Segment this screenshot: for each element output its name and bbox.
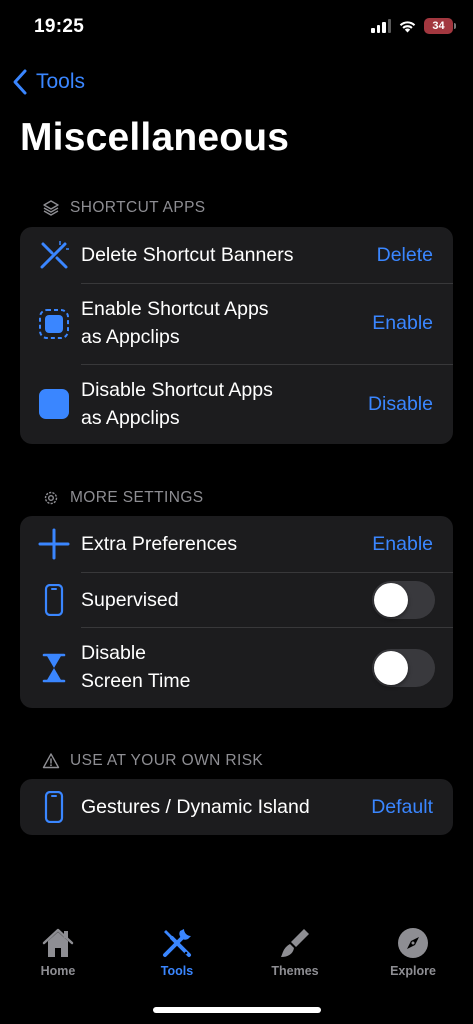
row-label: Disable Shortcut Apps as Appclips — [81, 376, 273, 432]
status-bar: 19:25 34 — [0, 0, 473, 58]
back-label: Tools — [36, 70, 86, 93]
shortcut-apps-group: Delete Shortcut Banners Delete Enable Sh… — [20, 227, 453, 444]
more-settings-group: Extra Preferences Enable Supervised Disa… — [20, 516, 453, 708]
row-label: Extra Preferences — [81, 533, 238, 555]
warning-icon — [42, 753, 60, 769]
wand-icon — [38, 239, 70, 271]
enable-shortcut-apps-row[interactable]: Enable Shortcut Apps as Appclips Enable — [20, 283, 453, 364]
page-title: Miscellaneous — [20, 116, 290, 159]
disable-screen-time-toggle[interactable] — [372, 648, 435, 687]
section-header-shortcut-apps: SHORTCUT APPS — [42, 199, 206, 217]
enable-button[interactable]: Enable — [372, 312, 433, 335]
toggle-knob — [374, 582, 408, 617]
wifi-icon — [399, 21, 416, 33]
row-label: Delete Shortcut Banners — [81, 244, 294, 266]
enable-button[interactable]: Enable — [372, 533, 433, 556]
delete-shortcut-banners-row[interactable]: Delete Shortcut Banners Delete — [20, 227, 453, 283]
default-button[interactable]: Default — [371, 796, 433, 819]
back-button[interactable]: Tools — [12, 68, 85, 96]
section-header-use-at-your-own-risk: USE AT YOUR OWN RISK — [42, 752, 263, 770]
tab-home[interactable]: Home — [18, 926, 98, 978]
plus-icon — [38, 528, 70, 560]
tab-tools[interactable]: Tools — [137, 926, 217, 978]
supervised-toggle[interactable] — [372, 580, 435, 619]
tab-label: Themes — [271, 964, 319, 978]
section-header-label: SHORTCUT APPS — [70, 199, 206, 216]
row-label: Supervised — [81, 588, 179, 611]
risk-group: Gestures / Dynamic Island Default — [20, 779, 453, 835]
status-time: 19:25 — [34, 16, 85, 37]
row-label: Gestures / Dynamic Island — [81, 796, 310, 818]
cellular-signal-icon — [371, 19, 391, 33]
filled-square-icon — [38, 388, 70, 420]
tab-themes[interactable]: Themes — [255, 926, 335, 978]
delete-button[interactable]: Delete — [377, 244, 433, 267]
compass-icon — [398, 928, 428, 958]
status-icons: 34 — [371, 18, 456, 34]
disable-shortcut-apps-row[interactable]: Disable Shortcut Apps as Appclips Disabl… — [20, 364, 453, 444]
tab-explore[interactable]: Explore — [373, 926, 453, 978]
paintbrush-icon — [281, 929, 309, 957]
iphone-icon — [38, 583, 70, 616]
label-line-1: Disable — [81, 642, 147, 664]
label-line-1: Enable Shortcut Apps — [81, 298, 269, 320]
gear-icon — [44, 491, 58, 505]
label-line-2: as Appclips — [81, 326, 180, 348]
extra-preferences-row[interactable]: Extra Preferences Enable — [20, 516, 453, 572]
supervised-row: Supervised — [20, 572, 453, 627]
home-indicator — [153, 1007, 321, 1013]
tab-label: Tools — [160, 964, 194, 978]
label-line-1: Disable Shortcut Apps — [81, 379, 273, 401]
iphone-icon — [38, 791, 70, 823]
battery-indicator: 34 — [424, 18, 456, 34]
section-header-more-settings: MORE SETTINGS — [42, 489, 204, 507]
label-line-2: Screen Time — [81, 670, 191, 692]
tab-label: Home — [40, 964, 76, 978]
hourglass-icon — [38, 652, 70, 684]
section-header-label: USE AT YOUR OWN RISK — [70, 752, 264, 769]
row-label: Enable Shortcut Apps as Appclips — [81, 295, 269, 351]
label-line-2: as Appclips — [81, 407, 180, 429]
dashed-square-icon — [38, 308, 70, 340]
tab-label: Explore — [390, 964, 436, 978]
tools-icon — [163, 929, 191, 957]
gestures-dynamic-island-row[interactable]: Gestures / Dynamic Island Default — [20, 779, 453, 835]
section-header-label: MORE SETTINGS — [70, 489, 204, 506]
stack-icon — [43, 200, 59, 216]
toggle-knob — [374, 650, 408, 685]
chevron-left-icon — [13, 69, 27, 95]
disable-button[interactable]: Disable — [368, 393, 433, 416]
house-icon — [42, 928, 74, 957]
disable-screen-time-row: Disable Screen Time — [20, 627, 453, 708]
row-label: Disable Screen Time — [81, 639, 190, 695]
